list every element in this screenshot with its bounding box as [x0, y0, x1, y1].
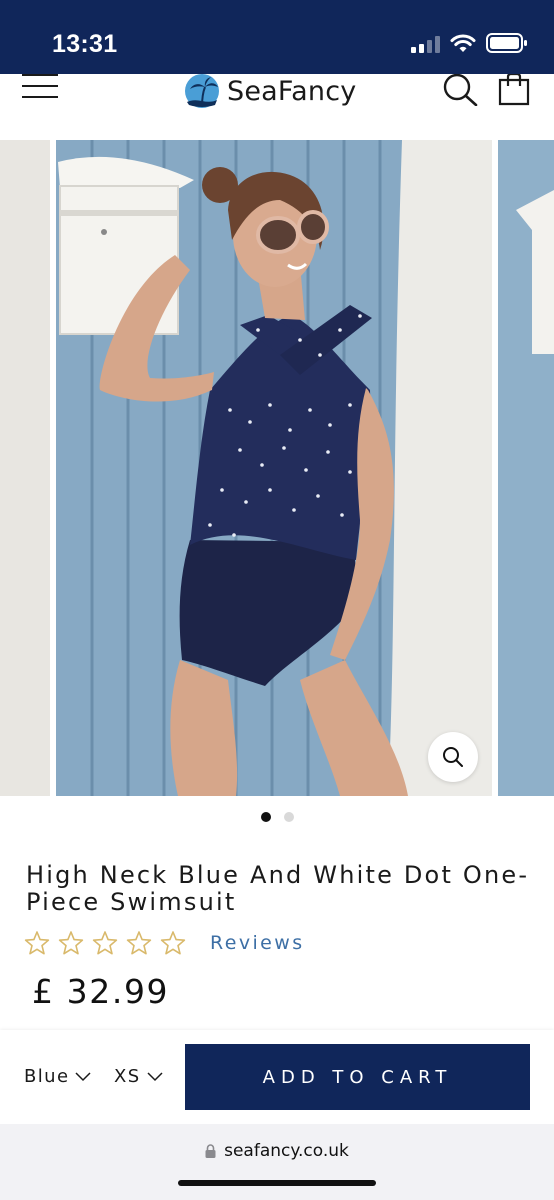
home-indicator[interactable]	[178, 1180, 376, 1186]
star-outline-icon[interactable]	[92, 930, 118, 956]
logo-text: SeaFancy	[227, 75, 357, 107]
battery-icon	[486, 33, 527, 53]
product-title: High Neck Blue And White Dot One-Piece S…	[26, 861, 530, 916]
url-text: seafancy.co.uk	[224, 1141, 349, 1161]
cellular-signal-icon	[411, 35, 440, 53]
product-rating: Reviews	[24, 930, 305, 956]
lock-icon	[205, 1144, 216, 1158]
size-select[interactable]: XS	[114, 1066, 163, 1087]
gallery-pagination	[0, 812, 554, 822]
status-icons	[411, 33, 528, 53]
status-time: 13:31	[52, 30, 118, 58]
shopping-bag-icon[interactable]	[496, 74, 532, 106]
product-photo	[0, 140, 554, 796]
status-bar: 13:31	[0, 0, 554, 74]
add-to-cart-button[interactable]: ADD TO CART	[185, 1044, 530, 1110]
palm-tree-logo-icon	[185, 74, 219, 108]
color-select-value: Blue	[24, 1066, 70, 1087]
magnifier-icon	[443, 747, 463, 767]
hamburger-menu-icon[interactable]	[22, 74, 58, 102]
chevron-down-icon	[147, 1071, 163, 1081]
chevron-down-icon	[75, 1071, 91, 1081]
purchase-bar: Blue XS ADD TO CART	[0, 1030, 554, 1124]
browser-bar: seafancy.co.uk	[0, 1124, 554, 1200]
zoom-button[interactable]	[428, 732, 478, 782]
star-outline-icon[interactable]	[160, 930, 186, 956]
star-rating[interactable]	[24, 930, 186, 956]
product-price: £ 32.99	[32, 972, 170, 1011]
product-image-gallery[interactable]	[0, 140, 554, 796]
gallery-dot-1[interactable]	[260, 812, 271, 822]
wifi-icon	[450, 34, 476, 52]
star-outline-icon[interactable]	[24, 930, 50, 956]
gallery-dot-2[interactable]	[283, 812, 294, 822]
star-outline-icon[interactable]	[126, 930, 152, 956]
reviews-link[interactable]: Reviews	[210, 932, 305, 954]
size-select-value: XS	[114, 1066, 141, 1087]
address-bar[interactable]: seafancy.co.uk	[0, 1141, 554, 1161]
color-select[interactable]: Blue	[24, 1066, 91, 1087]
star-outline-icon[interactable]	[58, 930, 84, 956]
site-header: SeaFancy	[0, 74, 554, 140]
search-icon[interactable]	[442, 74, 478, 106]
site-logo[interactable]: SeaFancy	[183, 74, 356, 108]
